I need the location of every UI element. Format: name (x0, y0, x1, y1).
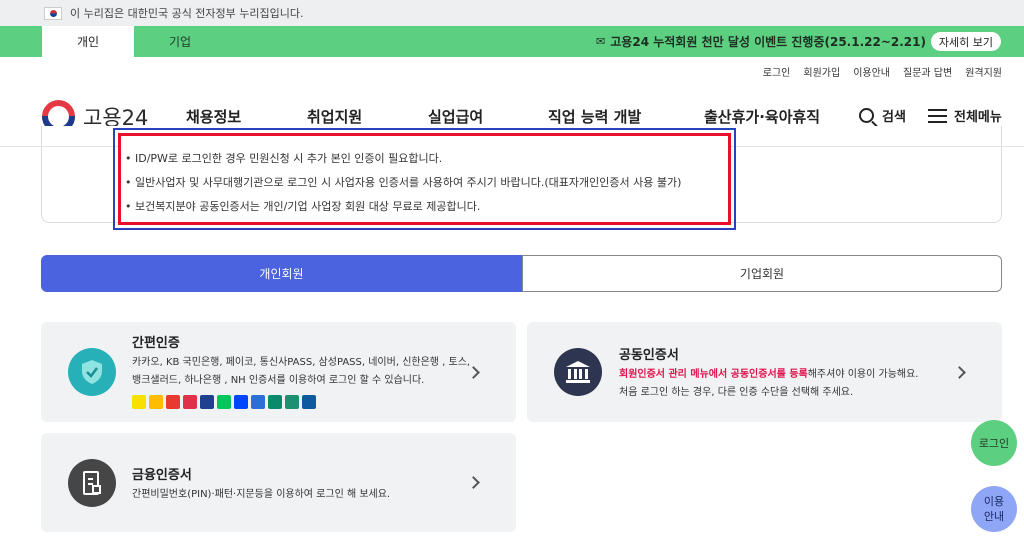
util-links: 로그인 회원가입 이용안내 질문과 답변 원격지원 (750, 64, 1002, 79)
gov-banner-text: 이 누리집은 대한민국 공식 전자정부 누리집입니다. (70, 7, 304, 20)
notice-line: • ID/PW로 로그인한 경우 민원신청 시 추가 본인 인증이 필요합니다. (125, 152, 443, 165)
search-icon (859, 108, 874, 123)
event-text: 고용24 누적회원 천만 달성 이벤트 진행중(25.1.22~2.21) (610, 35, 926, 49)
provider-logo-icon (149, 395, 163, 409)
provider-logo-icon (183, 395, 197, 409)
nav-parental-leave[interactable]: 출산휴가·육아휴직 (704, 106, 820, 127)
event-banner[interactable]: ✉ 고용24 누적회원 천만 달성 이벤트 진행중(25.1.22~2.21) (596, 26, 926, 57)
simple-auth-card[interactable]: 간편인증 카카오, KB 국민은행, 페이코, 통신사PASS, 삼성PASS,… (41, 322, 516, 422)
all-menu-label: 전체메뉴 (954, 110, 1002, 125)
document-icon (68, 459, 116, 507)
chevron-right-icon (953, 366, 966, 379)
nav-unemployment-benefit[interactable]: 실업급여 (428, 106, 483, 127)
joint-cert-desc-line: 처음 로그인 하는 경우, 다른 인증 수단을 선택해 주세요. (619, 387, 854, 398)
nav-jobs[interactable]: 채용정보 (186, 106, 241, 127)
floating-guide-button[interactable]: 이용 안내 (971, 486, 1017, 532)
page: 이 누리집은 대한민국 공식 전자정부 누리집입니다. 개인 기업 ✉ 고용24… (0, 0, 1024, 545)
notice-line: • 일반사업자 및 사무대행기관으로 로그인 시 사업자용 인증서를 사용하여 … (125, 176, 682, 189)
notice-box: • ID/PW로 로그인한 경우 민원신청 시 추가 본인 인증이 필요합니다.… (113, 128, 736, 230)
provider-logo-icon (200, 395, 214, 409)
financial-cert-card[interactable]: 금융인증서 간편비밀번호(PIN)·패턴·지문등을 이용하여 로그인 해 보세요… (41, 433, 516, 532)
joint-cert-desc-line: 회원인증서 관리 메뉴에서 공동인증서를 등록해주셔야 이용이 가능해요. (619, 366, 918, 384)
notice-line: • 보건복지분야 공동인증서는 개인/기업 사업장 회원 대상 무료로 제공합니… (125, 200, 481, 213)
nav-employment-support[interactable]: 취업지원 (307, 106, 362, 127)
nav-skills[interactable]: 직업 능력 개발 (548, 106, 641, 127)
floating-guide-line: 안내 (983, 510, 1005, 523)
provider-logo-icon (132, 395, 146, 409)
provider-logo-icon (251, 395, 265, 409)
provider-logo-icon (234, 395, 248, 409)
util-link-remote[interactable]: 원격지원 (965, 64, 1002, 79)
floating-guide-line: 이용 (983, 495, 1005, 508)
provider-logo-icon (302, 395, 316, 409)
search-label: 검색 (882, 110, 906, 125)
event-detail-button[interactable]: 자세히 보기 (930, 32, 1001, 51)
search-button[interactable]: 검색 (859, 106, 906, 125)
joint-cert-card[interactable]: 공동인증서 회원인증서 관리 메뉴에서 공동인증서를 등록해주셔야 이용이 가능… (527, 322, 1002, 422)
gov-banner: 이 누리집은 대한민국 공식 전자정부 누리집입니다. (0, 0, 1024, 26)
business-member-tab[interactable]: 기업회원 (522, 255, 1002, 292)
util-link-guide[interactable]: 이용안내 (853, 64, 890, 79)
joint-cert-highlight: 회원인증서 관리 메뉴에서 공동인증서를 등록 (619, 369, 808, 380)
financial-cert-title: 금융인증서 (132, 468, 192, 483)
provider-logo-icon (217, 395, 231, 409)
personal-member-tab[interactable]: 개인회원 (41, 255, 522, 292)
provider-logo-icon (268, 395, 282, 409)
bank-building-icon (554, 348, 602, 396)
simple-auth-title: 간편인증 (132, 336, 180, 351)
tab-business[interactable]: 기업 (134, 26, 226, 57)
all-menu-button[interactable]: 전체메뉴 (928, 106, 1002, 125)
korea-flag-icon (44, 6, 62, 20)
joint-cert-desc: 회원인증서 관리 메뉴에서 공동인증서를 등록해주셔야 이용이 가능해요. 처음… (619, 366, 918, 402)
provider-icons (132, 395, 319, 409)
provider-logo-icon (285, 395, 299, 409)
joint-cert-desc-rest: 해주셔야 이용이 가능해요. (807, 369, 919, 380)
provider-logo-icon (166, 395, 180, 409)
simple-auth-desc-line: 카카오, KB 국민은행, 페이코, 통신사PASS, 삼성PASS, 네이버,… (132, 357, 471, 368)
notice-highlight: • ID/PW로 로그인한 경우 민원신청 시 추가 본인 인증이 필요합니다.… (118, 133, 731, 225)
tab-personal[interactable]: 개인 (42, 26, 134, 57)
joint-cert-title: 공동인증서 (619, 348, 679, 363)
util-link-login[interactable]: 로그인 (763, 64, 791, 79)
util-link-signup[interactable]: 회원가입 (803, 64, 840, 79)
megaphone-icon: ✉ (596, 35, 606, 48)
floating-login-button[interactable]: 로그인 (971, 420, 1017, 466)
top-bar: 개인 기업 ✉ 고용24 누적회원 천만 달성 이벤트 진행중(25.1.22~… (0, 26, 1024, 57)
hamburger-icon (928, 108, 947, 123)
floating-guide-label: 이용 안내 (984, 494, 1004, 524)
util-link-qna[interactable]: 질문과 답변 (903, 64, 952, 79)
chevron-right-icon (467, 476, 480, 489)
shield-check-icon (68, 348, 116, 396)
simple-auth-desc-line: 뱅크샐러드, 하나은행 , NH 인증서를 이용하여 로그인 할 수 있습니다. (132, 375, 425, 386)
financial-cert-desc: 간편비밀번호(PIN)·패턴·지문등을 이용하여 로그인 해 보세요. (132, 489, 391, 500)
simple-auth-desc: 카카오, KB 국민은행, 페이코, 통신사PASS, 삼성PASS, 네이버,… (132, 354, 470, 390)
